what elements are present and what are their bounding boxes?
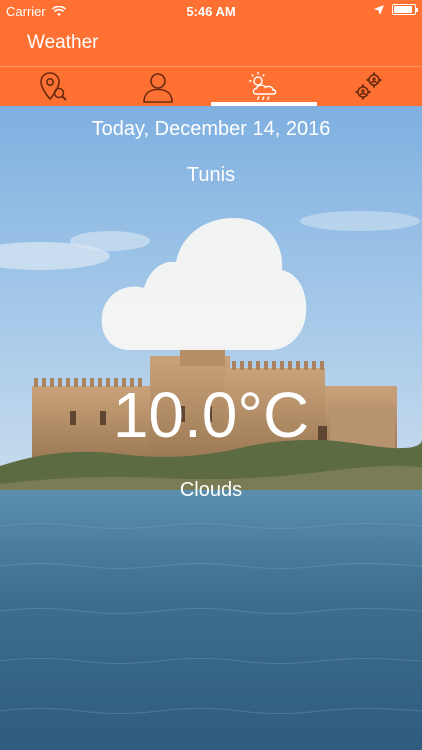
status-time: 5:46 AM (186, 4, 236, 19)
app-title: Weather (27, 32, 99, 53)
forecast-date: Today, December 14, 2016 (91, 118, 331, 140)
tab-settings[interactable] (317, 67, 422, 106)
tab-user[interactable] (106, 67, 212, 106)
location-search-icon (39, 71, 67, 101)
location-arrow-icon (374, 4, 384, 15)
temperature-value: 10.0°C (112, 379, 310, 451)
tab-active-indicator (211, 102, 317, 106)
status-bar: Carrier 5:46 AM (0, 0, 422, 22)
settings-gears-icon (355, 72, 382, 99)
weather-icon (248, 71, 277, 100)
app-header: Carrier 5:46 AM Weather (0, 0, 422, 106)
city-name: Tunis (186, 164, 236, 186)
battery-level (394, 6, 412, 13)
weather-condition: Clouds (179, 479, 243, 501)
tab-weather[interactable] (211, 67, 317, 106)
battery-icon (392, 4, 418, 15)
cloud-icon (101, 218, 307, 350)
tab-bar (0, 66, 422, 106)
user-icon (143, 72, 174, 103)
tab-location-search[interactable] (0, 67, 106, 106)
